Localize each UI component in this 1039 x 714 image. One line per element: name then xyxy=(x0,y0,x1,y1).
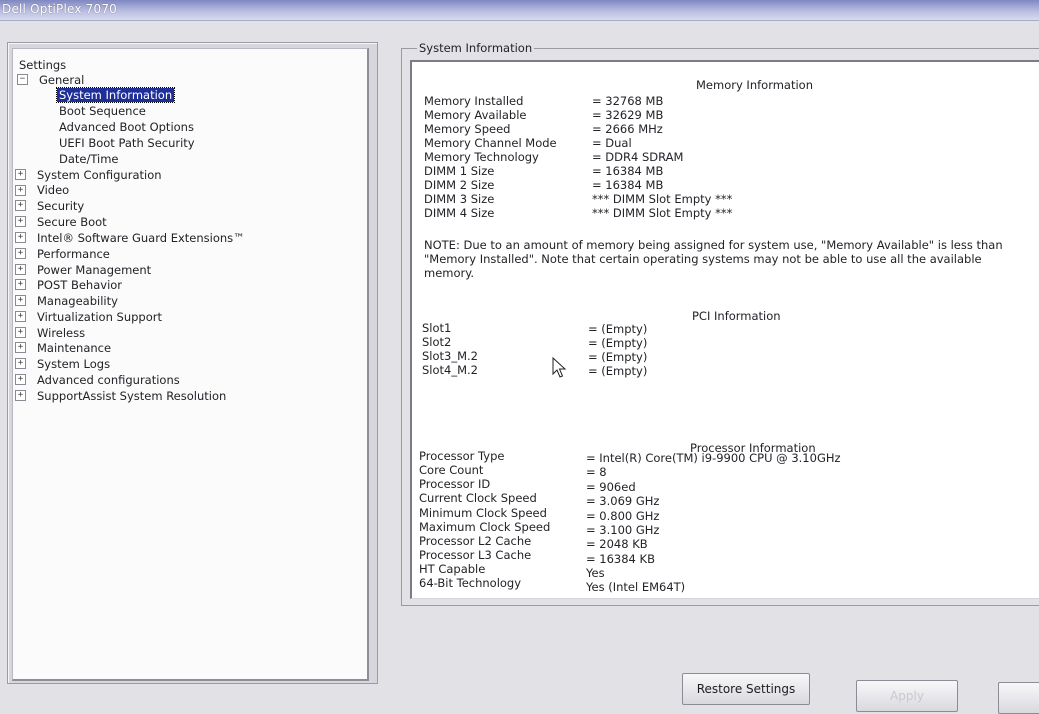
memory-value: = Dual xyxy=(592,136,632,150)
processor-label: Processor ID xyxy=(419,477,491,491)
processor-value: = 3.100 GHz xyxy=(586,523,660,537)
processor-value: = 906ed xyxy=(586,480,636,494)
memory-value: = 2666 MHz xyxy=(592,122,663,136)
tree-item-virtualization-support[interactable]: Virtualization Support xyxy=(37,310,162,324)
tree-item-date-time[interactable]: Date/Time xyxy=(59,152,119,166)
expand-manageability-icon[interactable]: + xyxy=(15,295,26,306)
memory-value: = 32629 MB xyxy=(592,108,664,122)
tree-item-boot-sequence[interactable]: Boot Sequence xyxy=(59,104,146,118)
tree-item-system-configuration[interactable]: System Configuration xyxy=(37,168,162,182)
tree-root-label: Settings xyxy=(19,58,67,72)
expand-virtualization-support-icon[interactable]: + xyxy=(15,311,26,322)
tree-item-maintenance[interactable]: Maintenance xyxy=(37,341,111,355)
expand-secure-boot-icon[interactable]: + xyxy=(15,216,26,227)
memory-label: Memory Available xyxy=(424,108,527,122)
memory-label: DIMM 2 Size xyxy=(424,178,495,192)
expand-advanced-configurations-icon[interactable]: + xyxy=(15,374,26,385)
pci-label: Slot2 xyxy=(422,335,452,349)
tree-item-system-logs[interactable]: System Logs xyxy=(37,357,110,371)
expand-general-icon[interactable]: − xyxy=(17,74,28,85)
memory-label: DIMM 4 Size xyxy=(424,206,495,220)
memory-heading: Memory Information xyxy=(696,78,813,92)
title-bar: Dell OptiPlex 7070 xyxy=(0,0,1039,21)
expand-maintenance-icon[interactable]: + xyxy=(15,342,26,353)
processor-label: Processor L3 Cache xyxy=(419,548,532,562)
expand-power-management-icon[interactable]: + xyxy=(15,264,26,275)
settings-tree: Settings − General System Information Bo… xyxy=(12,48,369,681)
tree-item-power-management[interactable]: Power Management xyxy=(37,263,151,277)
memory-label: Memory Speed xyxy=(424,122,511,136)
tree-item-secure-boot[interactable]: Secure Boot xyxy=(37,215,107,229)
exit-button[interactable] xyxy=(998,682,1039,714)
memory-label: DIMM 1 Size xyxy=(424,164,495,178)
memory-value: *** DIMM Slot Empty *** xyxy=(592,206,733,220)
expand-system-logs-icon[interactable]: + xyxy=(15,358,26,369)
memory-label: Memory Installed xyxy=(424,94,524,108)
processor-value: = 0.800 GHz xyxy=(586,509,660,523)
processor-value: = 2048 KB xyxy=(586,537,648,551)
tree-item-post-behavior[interactable]: POST Behavior xyxy=(37,278,122,292)
system-information-box: Memory Information Memory Installed = 32… xyxy=(410,60,1039,599)
processor-label: Core Count xyxy=(419,463,484,477)
tree-item-security[interactable]: Security xyxy=(37,199,84,213)
processor-value: Yes xyxy=(586,566,605,580)
expand-video-icon[interactable]: + xyxy=(15,185,26,196)
tree-item-wireless[interactable]: Wireless xyxy=(37,326,85,340)
pci-heading: PCI Information xyxy=(692,309,781,323)
apply-button[interactable]: Apply xyxy=(856,680,958,712)
tree-item-uefi-boot-path-security[interactable]: UEFI Boot Path Security xyxy=(59,136,195,150)
pci-value: = (Empty) xyxy=(588,336,648,350)
memory-value: = 16384 MB xyxy=(592,164,664,178)
expand-post-behavior-icon[interactable]: + xyxy=(15,279,26,290)
memory-value: *** DIMM Slot Empty *** xyxy=(592,192,733,206)
pci-label: Slot4_M.2 xyxy=(422,363,479,377)
tree-item-manageability[interactable]: Manageability xyxy=(37,294,118,308)
processor-value: = Intel(R) Core(TM) i9-9900 CPU @ 3.10GH… xyxy=(586,451,841,465)
memory-note: NOTE: Due to an amount of memory being a… xyxy=(424,238,1003,280)
mouse-cursor-icon xyxy=(552,357,567,378)
expand-wireless-icon[interactable]: + xyxy=(15,327,26,338)
processor-value: = 16384 KB xyxy=(586,552,655,566)
tree-item-system-information[interactable]: System Information xyxy=(55,87,176,103)
processor-label: Current Clock Speed xyxy=(419,491,537,505)
processor-label: Minimum Clock Speed xyxy=(419,506,547,520)
expand-system-configuration-icon[interactable]: + xyxy=(15,169,26,180)
expand-performance-icon[interactable]: + xyxy=(15,248,26,259)
tree-item-performance[interactable]: Performance xyxy=(37,247,110,261)
expand-supportassist-icon[interactable]: + xyxy=(15,390,26,401)
tree-item-advanced-boot-options[interactable]: Advanced Boot Options xyxy=(59,120,194,134)
settings-tree-panel: Settings − General System Information Bo… xyxy=(7,42,378,684)
memory-label: Memory Technology xyxy=(424,150,539,164)
memory-value: = 16384 MB xyxy=(592,178,664,192)
restore-settings-button[interactable]: Restore Settings xyxy=(682,673,810,705)
expand-security-icon[interactable]: + xyxy=(15,200,26,211)
memory-label: DIMM 3 Size xyxy=(424,192,495,206)
processor-value: = 8 xyxy=(586,465,607,479)
pci-label: Slot3_M.2 xyxy=(422,349,479,363)
pci-label: Slot1 xyxy=(422,321,452,335)
processor-label: 64-Bit Technology xyxy=(419,576,522,590)
tree-item-intel-sgx[interactable]: Intel® Software Guard Extensions™ xyxy=(37,231,245,245)
processor-value: = 3.069 GHz xyxy=(586,494,660,508)
pci-value: = (Empty) xyxy=(588,364,648,378)
memory-value: = 32768 MB xyxy=(592,94,664,108)
processor-label: Processor L2 Cache xyxy=(419,534,532,548)
memory-label: Memory Channel Mode xyxy=(424,136,557,150)
expand-sgx-icon[interactable]: + xyxy=(15,232,26,243)
tree-item-general[interactable]: General xyxy=(39,73,84,87)
tree-item-video[interactable]: Video xyxy=(37,183,69,197)
pci-value: = (Empty) xyxy=(588,350,648,364)
tree-item-supportassist[interactable]: SupportAssist System Resolution xyxy=(37,389,226,403)
section-title: System Information xyxy=(417,41,535,55)
memory-value: = DDR4 SDRAM xyxy=(592,150,684,164)
processor-label: HT Capable xyxy=(419,562,486,576)
processor-label: Maximum Clock Speed xyxy=(419,520,551,534)
window-title: Dell OptiPlex 7070 xyxy=(2,2,118,16)
processor-value: Yes (Intel EM64T) xyxy=(586,580,686,594)
tree-item-advanced-configurations[interactable]: Advanced configurations xyxy=(37,373,180,387)
pci-value: = (Empty) xyxy=(588,322,648,336)
processor-label: Processor Type xyxy=(419,449,505,463)
